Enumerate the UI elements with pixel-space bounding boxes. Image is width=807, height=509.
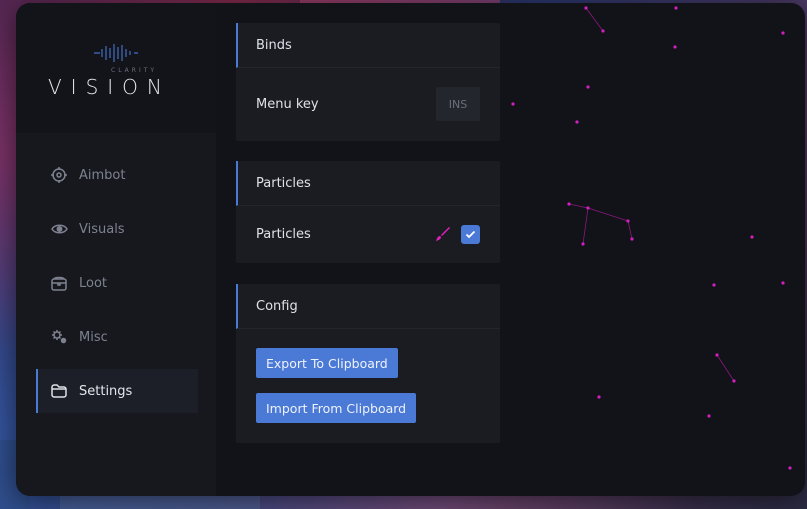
sidebar-item-label: Misc <box>79 329 108 345</box>
folder-icon <box>50 382 68 400</box>
config-section: Config Export To Clipboard Import From C… <box>236 284 500 443</box>
sidebar-item-label: Settings <box>79 383 133 399</box>
import-from-clipboard-button[interactable]: Import From Clipboard <box>256 393 417 423</box>
particles-section: Particles Particles <box>236 161 500 263</box>
sidebar-item-label: Visuals <box>79 221 125 237</box>
sidebar-item-settings[interactable]: Settings <box>36 369 198 413</box>
sidebar-item-visuals[interactable]: Visuals <box>36 207 196 251</box>
app-window: CLARITY VISION Aimbot Visuals Loot Misc … <box>16 3 805 496</box>
gears-icon <box>50 328 68 346</box>
menu-key-label: Menu key <box>256 96 319 112</box>
particles-row: Particles <box>256 223 480 245</box>
crosshair-icon <box>50 166 68 184</box>
logo-waves-icon <box>94 44 138 62</box>
logo: CLARITY VISION <box>16 3 216 133</box>
particles-controls <box>435 224 480 244</box>
section-title: Particles <box>236 161 500 206</box>
particles-checkbox[interactable] <box>461 224 480 244</box>
menu-key-row: Menu key INS <box>256 87 480 121</box>
export-to-clipboard-button[interactable]: Export To Clipboard <box>256 348 398 378</box>
chest-icon <box>50 274 68 292</box>
section-title: Config <box>236 284 500 329</box>
eye-icon <box>50 220 68 238</box>
binds-section: Binds Menu key INS <box>236 23 500 141</box>
sidebar-item-loot[interactable]: Loot <box>36 261 196 305</box>
sidebar-item-misc[interactable]: Misc <box>36 315 196 359</box>
sidebar-item-aimbot[interactable]: Aimbot <box>36 153 196 197</box>
sidebar-item-label: Loot <box>79 275 108 291</box>
brush-icon[interactable] <box>435 226 451 242</box>
section-title: Binds <box>236 23 500 68</box>
menu-key-bind[interactable]: INS <box>436 87 480 121</box>
sidebar-item-label: Aimbot <box>79 167 126 183</box>
particles-overlay <box>511 6 792 470</box>
particles-label: Particles <box>256 226 311 242</box>
logo-title: VISION <box>48 75 171 99</box>
logo-subtitle: CLARITY <box>111 67 158 74</box>
check-icon <box>465 230 476 238</box>
sidebar: CLARITY VISION Aimbot Visuals Loot Misc … <box>16 3 216 496</box>
